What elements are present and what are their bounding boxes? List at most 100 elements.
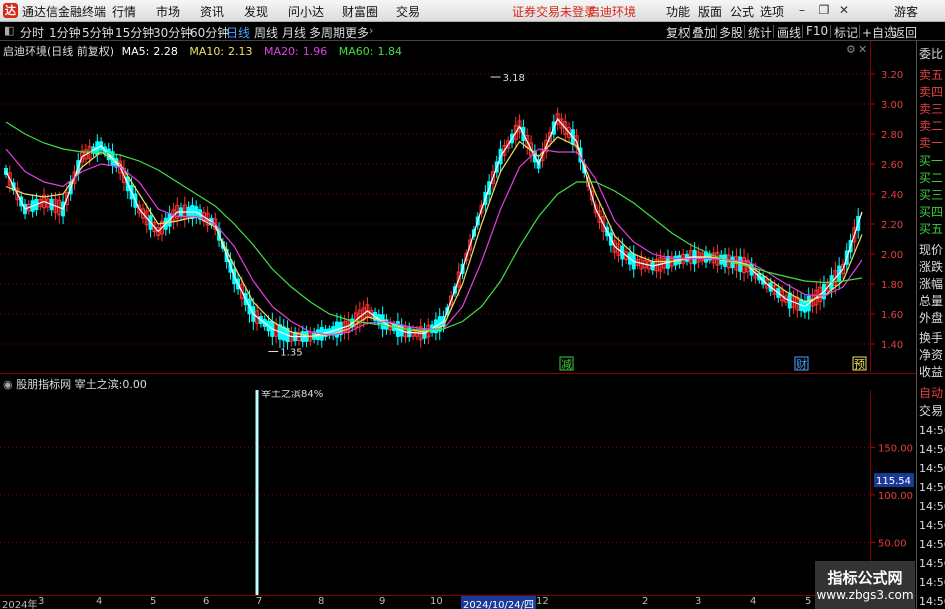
side-item-auto[interactable]: 自动 (919, 384, 945, 403)
date-label: 2 (642, 596, 649, 607)
app-title: 通达信金融终端 (22, 5, 107, 19)
tab-multi-period[interactable]: 多周期 (309, 24, 345, 41)
ma10-label: MA10: (189, 45, 225, 58)
chart-title: 启迪环境(日线 前复权) (3, 45, 115, 58)
menu-quotes[interactable]: 行情 (112, 3, 136, 20)
kline-chart[interactable]: 3.18 1.35 减财预 启迪环境(日线 前复权) MA5: 2.28 MA10: 2… (0, 41, 870, 372)
date-label: 4 (750, 596, 757, 607)
side-item-ask1: 卖一 (919, 136, 944, 150)
toggle-icon[interactable]: ◧ (4, 24, 14, 37)
date-label: 3 (695, 596, 702, 607)
tab-monthly[interactable]: 月线 (282, 24, 306, 41)
tick-time: 14:56 (919, 557, 945, 570)
chevron-right-icon[interactable]: › (369, 24, 373, 37)
tick-time: 14:56 (919, 424, 945, 437)
selected-date: 2024/10/24/四 (461, 596, 537, 609)
indicator-bar-label: 宰土之滨84% (261, 390, 323, 400)
tab-more[interactable]: 更多 (345, 24, 369, 41)
btn-f10[interactable]: F10 (806, 24, 828, 38)
price-tick-label: 3.00 (881, 100, 903, 111)
settings-gear-icon[interactable]: ⚙ (846, 43, 856, 56)
divider (859, 25, 860, 38)
app-logo-icon: 达 (3, 3, 18, 18)
indicator-header: ◉ 股朋指标网 宰土之滨:0.00 (0, 373, 916, 391)
tab-weekly[interactable]: 周线 (254, 24, 278, 41)
menu-discover[interactable]: 发现 (244, 3, 268, 20)
menu-market[interactable]: 市场 (156, 3, 180, 20)
price-tick-label: 2.20 (881, 220, 903, 231)
btn-multi-stock[interactable]: 多股 (719, 24, 743, 41)
tick-time: 14:56 (919, 519, 945, 532)
watermark-url: www.zbgs3.com (816, 588, 914, 602)
tab-15min[interactable]: 15分钟 (115, 24, 154, 41)
sub-tick-label: 50.00 (878, 538, 907, 549)
chart-close-icon[interactable]: ✕ (858, 43, 867, 56)
date-label: 3 (38, 596, 45, 607)
indicator-svg: 宰土之滨84% (0, 390, 870, 595)
divider (773, 25, 774, 38)
restore-icon[interactable]: ❐ (816, 2, 832, 18)
menu-wealth-circle[interactable]: 财富圈 (342, 3, 378, 20)
tab-5min[interactable]: 5分钟 (82, 24, 114, 41)
close-icon[interactable]: ✕ (836, 2, 852, 18)
divider (716, 25, 717, 38)
watermark-title: 指标公式网 (827, 569, 903, 587)
tab-30min[interactable]: 30分钟 (153, 24, 192, 41)
ma60-legend: MA60: 1.84 (339, 45, 406, 58)
date-label: 9 (379, 596, 386, 607)
ma-line-ma60 (5, 121, 863, 332)
price-tick-label: 2.00 (881, 250, 903, 261)
menu-formula[interactable]: 公式 (730, 3, 754, 20)
high-price-label: 3.18 (503, 73, 525, 84)
price-tick-label: 2.40 (881, 190, 903, 201)
tab-1min[interactable]: 1分钟 (49, 24, 81, 41)
menu-function[interactable]: 功能 (666, 3, 690, 20)
side-item-bid-ratio: 委比 (919, 47, 944, 61)
kline-svg: 3.18 1.35 减 财 预 (0, 73, 870, 371)
tick-time: 14:56 (919, 462, 945, 475)
date-axis: 2024年 3 4 5 6 7 8 9 10 2024/10/24/四 12 2… (0, 595, 916, 609)
sub-tick-label: 150.00 (878, 443, 913, 454)
price-tick-label: 1.60 (881, 310, 903, 321)
indicator-chart[interactable]: 宰土之滨84% (0, 390, 870, 595)
btn-mark[interactable]: 标记 (834, 24, 858, 41)
menu-options[interactable]: 选项 (760, 3, 784, 20)
side-item-trade[interactable]: 交易 (919, 402, 945, 421)
tab-timeshare[interactable]: 分时 (20, 24, 44, 41)
menu-news[interactable]: 资讯 (200, 3, 224, 20)
price-tick-label: 1.80 (881, 280, 903, 291)
btn-overlay[interactable]: 叠加 (692, 24, 716, 41)
ma5-legend: MA5: 2.28 (122, 45, 182, 58)
price-axis-svg: 3.20 3.00 2.80 2.60 2.40 2.20 2.00 1.80 1.60 1.40 (871, 70, 903, 351)
tab-60min[interactable]: 60分钟 (190, 24, 229, 41)
btn-draw-line[interactable]: 画线 (777, 24, 801, 41)
ma60-label: MA60: (338, 45, 374, 58)
menu-bar: 达 通达信金融终端 行情 市场 资讯 发现 问小达 财富圈 交易 证券交易未登录… (0, 0, 945, 22)
side-item-bid5: 买五 (919, 222, 944, 236)
side-item-outer: 外盘 (919, 311, 944, 325)
ma-line-ma20 (5, 148, 863, 336)
btn-statistics[interactable]: 统计 (748, 24, 772, 41)
ma-line-ma5 (5, 117, 863, 338)
tick-time: 14:56 (919, 443, 945, 456)
trade-login-warning[interactable]: 证券交易未登录 (512, 3, 596, 20)
date-label: 5 (150, 596, 157, 607)
menu-wenxiaoda[interactable]: 问小达 (288, 3, 324, 20)
menu-layout[interactable]: 版面 (698, 3, 722, 20)
user-guest[interactable]: 游客 (894, 3, 918, 20)
menu-trade[interactable]: 交易 (396, 3, 420, 20)
btn-back[interactable]: 返回 (893, 24, 917, 41)
quote-side-panel: 委比 卖五 卖四 卖三 卖二 卖一 买一 买二 买三 买四 买五 现价 涨跌 涨… (916, 41, 945, 609)
ma10-legend: MA10: 2.13 (189, 45, 256, 58)
date-label: 5 (805, 596, 812, 607)
divider (890, 25, 891, 38)
site-watermark: 指标公式网 www.zbgs3.com (815, 561, 915, 609)
btn-adjust[interactable]: 复权 (666, 24, 690, 41)
date-label: 7 (256, 596, 263, 607)
price-axis: 3.20 3.00 2.80 2.60 2.40 2.20 2.00 1.80 1.60 1.40 (870, 41, 915, 372)
price-tick-label: 1.40 (881, 340, 903, 351)
minimize-icon[interactable]: – (794, 2, 810, 18)
tab-daily[interactable]: 日线 (226, 24, 250, 41)
ma-legend: 启迪环境(日线 前复权) MA5: 2.28 MA10: 2.13 MA20: 1.9… (3, 43, 410, 59)
ma5-label: MA5: (121, 45, 150, 58)
